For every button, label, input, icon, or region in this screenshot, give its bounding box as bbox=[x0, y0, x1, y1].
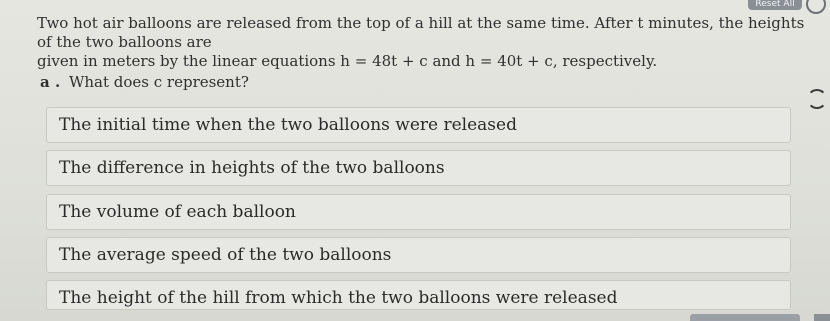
refresh-icon[interactable] bbox=[807, 89, 827, 109]
quiz-page: Reset All Two hot air balloons are relea… bbox=[0, 0, 830, 321]
reset-icon[interactable] bbox=[806, 0, 826, 14]
part-a-prompt: a . What does c represent? bbox=[40, 73, 249, 91]
answer-option-1[interactable]: The initial time when the two balloons w… bbox=[46, 107, 791, 143]
answer-option-5[interactable]: The height of the hill from which the tw… bbox=[46, 280, 791, 310]
top-toolbar: Reset All bbox=[0, 0, 830, 14]
answer-option-3[interactable]: The volume of each balloon bbox=[46, 194, 791, 230]
part-prompt-text: What does c represent? bbox=[68, 73, 249, 91]
question-text: Two hot air balloons are released from t… bbox=[37, 14, 817, 71]
answer-option-4[interactable]: The average speed of the two balloons bbox=[46, 237, 791, 273]
bottom-button-2[interactable] bbox=[814, 314, 830, 321]
bottom-button[interactable] bbox=[690, 314, 800, 321]
reset-all-button[interactable]: Reset All bbox=[748, 0, 802, 10]
question-line-2: given in meters by the linear equations … bbox=[37, 52, 658, 70]
answer-option-2[interactable]: The difference in heights of the two bal… bbox=[46, 150, 791, 186]
question-line-1: Two hot air balloons are released from t… bbox=[37, 14, 805, 51]
part-marker: a . bbox=[40, 73, 61, 91]
